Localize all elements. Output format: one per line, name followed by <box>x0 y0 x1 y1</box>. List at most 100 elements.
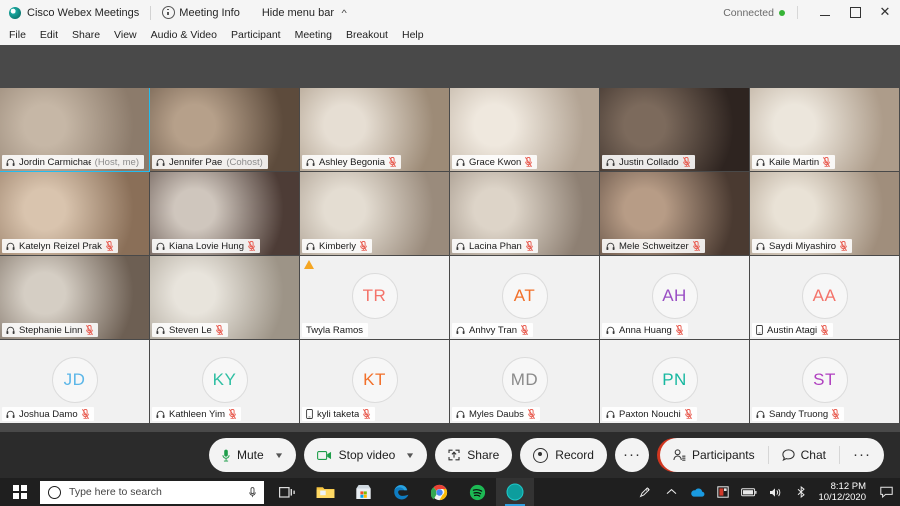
microphone-icon <box>222 449 230 461</box>
avatar: MD <box>501 356 548 403</box>
participant-tile[interactable]: Mele Schweitzer <box>600 172 750 256</box>
notification-center-button[interactable] <box>874 478 898 506</box>
mute-chevron-down-icon[interactable]: ▼ <box>274 451 284 460</box>
security-icon[interactable] <box>710 478 736 506</box>
edge-icon[interactable] <box>382 478 420 506</box>
headset-icon <box>156 326 165 334</box>
file-explorer-icon[interactable] <box>306 478 344 506</box>
notification-icon <box>879 486 893 498</box>
video-chevron-down-icon[interactable]: ▼ <box>405 451 415 460</box>
participant-name: Kimberly <box>319 240 356 252</box>
participant-tile[interactable]: Kaile Martin <box>750 88 900 172</box>
more-options-button[interactable]: ··· <box>614 438 649 472</box>
hide-menu-bar-button[interactable]: Hide menu bar ^ <box>262 7 347 19</box>
menu-item-meeting[interactable]: Meeting <box>288 27 339 43</box>
participant-name: Justin Collado <box>619 156 679 168</box>
connection-dot-icon <box>779 9 785 16</box>
participant-tile[interactable]: Kiana Lovie Hung <box>150 172 300 256</box>
participant-tile[interactable]: TR Twyla Ramos <box>300 256 450 340</box>
participant-tile[interactable]: PN Paxton Nouchi <box>600 340 750 424</box>
participant-name-plate: Kathleen Yim <box>152 407 241 421</box>
avatar-initials: JD <box>63 369 86 389</box>
participant-tile[interactable]: Justin Collado <box>600 88 750 172</box>
close-button[interactable]: ✕ <box>870 0 900 25</box>
onedrive-icon[interactable] <box>684 478 710 506</box>
more-right-button[interactable]: ··· <box>840 438 884 472</box>
menu-item-breakout[interactable]: Breakout <box>339 27 395 43</box>
menu-item-view[interactable]: View <box>107 27 144 43</box>
participant-tile[interactable]: KY Kathleen Yim <box>150 340 300 424</box>
participant-name-plate: Katelyn Reizel Prak <box>2 239 118 253</box>
webex-icon[interactable] <box>496 478 534 506</box>
participant-tile[interactable]: Katelyn Reizel Prak <box>0 172 150 256</box>
participant-tile[interactable]: KT kyli taketa <box>300 340 450 424</box>
headset-icon <box>6 326 15 334</box>
participant-tile[interactable]: AT Anhvy Tran <box>450 256 600 340</box>
participant-tile[interactable]: AA Austin Atagi <box>750 256 900 340</box>
microphone-muted-icon <box>215 325 223 335</box>
participant-tile[interactable]: Jennifer Pae (Cohost) <box>150 88 300 172</box>
more-dots-right-icon: ··· <box>853 446 871 463</box>
menu-item-edit[interactable]: Edit <box>33 27 65 43</box>
headset-icon <box>156 410 165 418</box>
battery-icon[interactable] <box>736 478 762 506</box>
participant-tile[interactable]: Steven Le <box>150 256 300 340</box>
menu-item-file[interactable]: File <box>2 27 33 43</box>
taskbar-clock[interactable]: 8:12 PM 10/12/2020 <box>814 478 874 506</box>
participant-tile[interactable]: Lacina Phan <box>450 172 600 256</box>
minimize-button[interactable] <box>810 0 840 25</box>
participant-tile[interactable]: Saydi Miyashiro <box>750 172 900 256</box>
participant-tile[interactable]: AH Anna Huang <box>600 256 750 340</box>
participant-name: Austin Atagi <box>767 324 818 336</box>
participant-tile[interactable]: Stephanie Linn <box>0 256 150 340</box>
participant-tile[interactable]: Ashley Begonia <box>300 88 450 172</box>
share-button[interactable]: Share <box>435 438 513 472</box>
menu-item-share[interactable]: Share <box>65 27 107 43</box>
avatar: AA <box>801 272 848 319</box>
mute-button[interactable]: Mute ▼ <box>209 438 296 472</box>
participants-button[interactable]: Participants <box>660 438 768 472</box>
menu-item-participant[interactable]: Participant <box>224 27 288 43</box>
participant-name-plate: Sandy Truong <box>752 407 845 421</box>
task-view-icon[interactable] <box>268 478 306 506</box>
menu-item-audio-video[interactable]: Audio & Video <box>144 27 224 43</box>
title-bar-right: Connected ✕ <box>723 0 900 25</box>
more-dots-icon: ··· <box>622 446 641 463</box>
meeting-info-button[interactable]: Meeting Info <box>162 6 240 19</box>
spotify-icon[interactable] <box>458 478 496 506</box>
microphone-muted-icon <box>363 409 371 419</box>
start-button[interactable] <box>0 478 40 506</box>
participant-tile[interactable]: JD Joshua Damo <box>0 340 150 424</box>
avatar-initials: MD <box>510 369 539 389</box>
avatar: JD <box>51 356 98 403</box>
participant-tile[interactable]: Grace Kwon <box>450 88 600 172</box>
record-button[interactable]: Record <box>520 438 607 472</box>
pen-icon[interactable]: R <box>632 478 658 506</box>
microsoft-store-icon[interactable] <box>344 478 382 506</box>
chevron-up-icon[interactable] <box>658 478 684 506</box>
participant-name: Grace Kwon <box>469 156 522 168</box>
participant-tile[interactable]: ST Sandy Truong <box>750 340 900 424</box>
maximize-button[interactable] <box>840 0 870 25</box>
participant-name-plate: kyli taketa <box>302 407 376 421</box>
menu-bar: File Edit Share View Audio & Video Participan… <box>0 25 900 46</box>
microphone-muted-icon <box>840 241 848 251</box>
camera-icon <box>316 450 331 460</box>
participant-tile[interactable]: MD Myles Daubs <box>450 340 600 424</box>
microphone-muted-icon <box>81 409 89 419</box>
headset-icon <box>6 242 15 250</box>
chat-button[interactable]: Chat <box>769 438 839 472</box>
participant-tile[interactable]: Kimberly <box>300 172 450 256</box>
phone-icon <box>756 325 763 335</box>
headset-icon <box>156 242 165 250</box>
participant-tile[interactable]: Jordin Carmichael (Host, me) <box>0 88 150 172</box>
menu-item-help[interactable]: Help <box>395 27 431 43</box>
volume-icon[interactable] <box>762 478 788 506</box>
stop-video-button[interactable]: Stop video ▼ <box>303 438 428 472</box>
bluetooth-icon[interactable] <box>788 478 814 506</box>
headset-icon <box>756 410 765 418</box>
clock-time: 8:12 PM <box>830 481 866 492</box>
participant-name: Kiana Lovie Hung <box>169 240 244 252</box>
chrome-icon[interactable] <box>420 478 458 506</box>
search-input[interactable]: Type here to search <box>40 480 264 504</box>
